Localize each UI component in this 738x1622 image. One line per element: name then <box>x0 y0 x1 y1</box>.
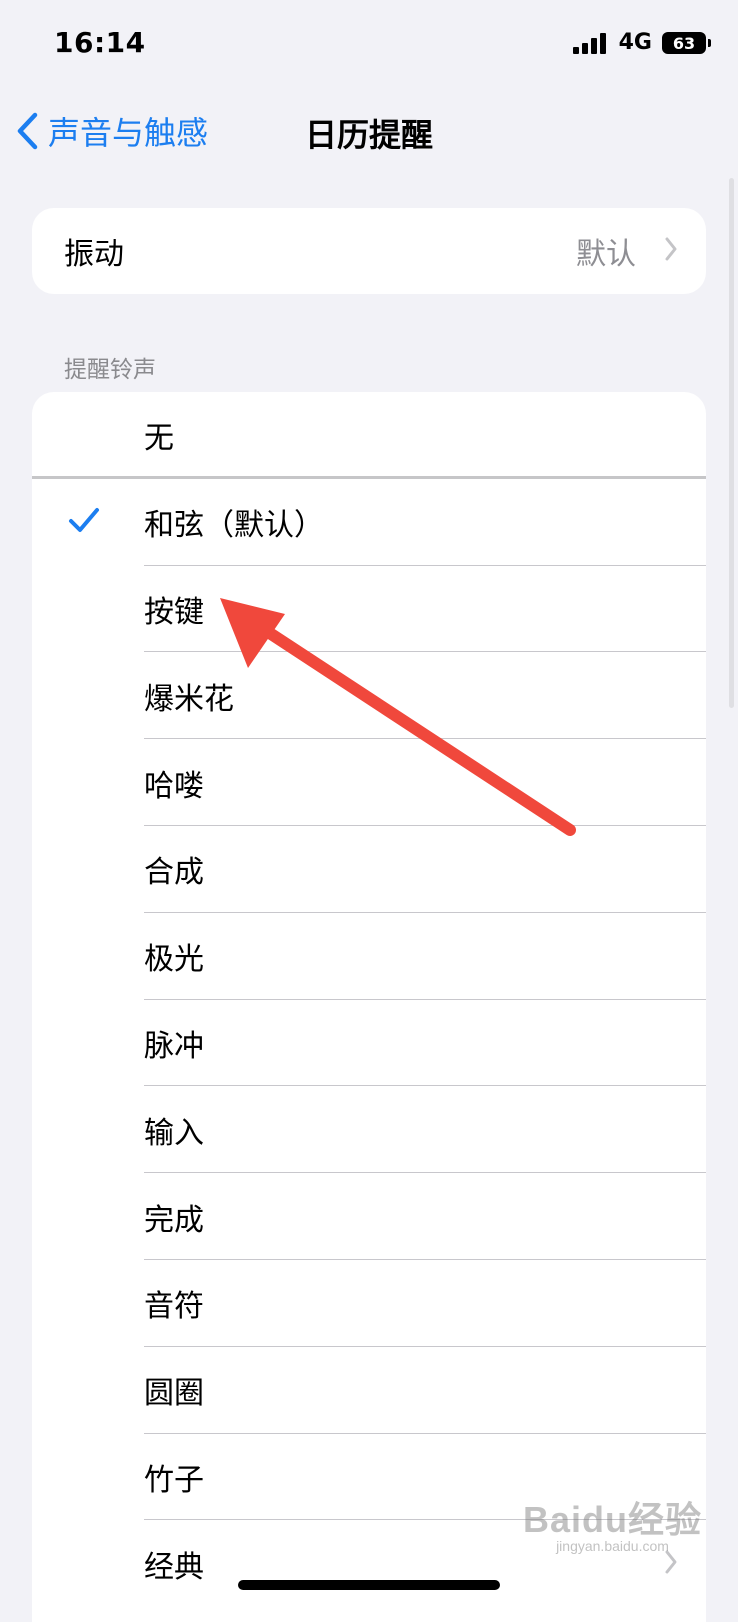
scroll-indicator <box>729 178 734 708</box>
page-title: 日历提醒 <box>304 116 433 154</box>
tone-row-pulse[interactable]: 脉冲 <box>32 1000 706 1087</box>
tone-label: 合成 <box>144 855 204 891</box>
vibration-label: 振动 <box>64 237 124 272</box>
tone-row-synth[interactable]: 合成 <box>32 826 706 913</box>
tone-row-chord-default[interactable]: 和弦（默认） <box>32 479 706 566</box>
tone-label: 完成 <box>144 1202 204 1238</box>
status-time: 16:14 <box>54 26 146 59</box>
alert-tones-header: 提醒铃声 <box>64 357 156 383</box>
tone-row-complete[interactable]: 完成 <box>32 1173 706 1260</box>
tone-label: 竹子 <box>144 1462 204 1498</box>
tone-row-none[interactable]: 无 <box>32 392 706 479</box>
tone-label: 哈喽 <box>144 768 204 804</box>
tone-row-note[interactable]: 音符 <box>32 1260 706 1347</box>
status-bar: 16:14 4G 63 <box>0 0 738 92</box>
tone-label: 音符 <box>144 1289 204 1325</box>
chevron-right-icon <box>664 236 678 266</box>
tone-label: 圆圈 <box>144 1376 204 1412</box>
tone-label: 无 <box>144 421 174 457</box>
status-indicators: 4G 63 <box>572 30 711 55</box>
vibration-row[interactable]: 振动 默认 <box>32 208 706 294</box>
home-indicator[interactable] <box>238 1580 500 1590</box>
tone-label: 按键 <box>144 594 204 630</box>
tone-row-hello[interactable]: 哈喽 <box>32 739 706 826</box>
tone-label: 输入 <box>144 1115 204 1151</box>
tone-row-keys[interactable]: 按键 <box>32 566 706 653</box>
tone-row-input[interactable]: 输入 <box>32 1086 706 1174</box>
tone-label: 爆米花 <box>144 681 234 717</box>
alert-tones-list: 无 和弦（默认） 按键 爆米花 哈喽 合成 极光 脉冲 输入 完成 音符 圆圈 … <box>32 392 706 1622</box>
watermark-url: jingyan.baidu.com <box>556 1538 669 1554</box>
tone-label: 和弦（默认） <box>144 508 324 544</box>
vibration-group: 振动 默认 <box>32 208 706 294</box>
tone-row-circle[interactable]: 圆圈 <box>32 1347 706 1434</box>
network-type: 4G <box>618 30 652 55</box>
cellular-signal-icon <box>572 32 609 54</box>
checkmark-icon <box>68 506 100 538</box>
watermark: Baidu经验 jingyan.baidu.com <box>522 1499 702 1555</box>
tone-label: 极光 <box>144 942 204 978</box>
tone-label: 经典 <box>144 1549 204 1585</box>
navigation-bar: 声音与触感 日历提醒 <box>0 92 738 164</box>
vibration-value: 默认 <box>576 237 636 272</box>
watermark-brand: Baidu经验 <box>522 1499 702 1540</box>
tone-label: 脉冲 <box>144 1028 204 1064</box>
tone-row-popcorn[interactable]: 爆米花 <box>32 652 706 740</box>
tone-row-aurora[interactable]: 极光 <box>32 913 706 1000</box>
battery-icon: 63 <box>662 32 711 54</box>
